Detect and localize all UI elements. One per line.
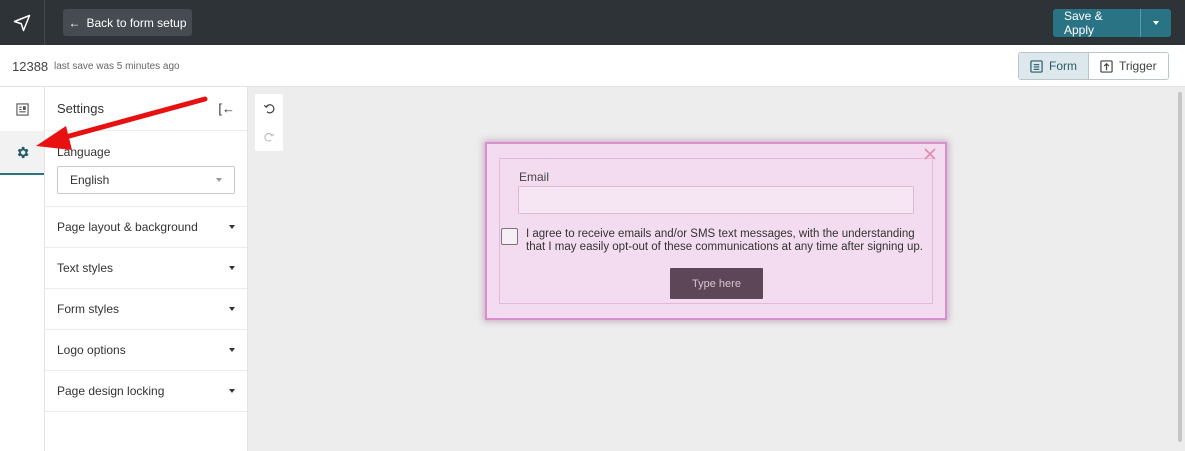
chevron-down-icon bbox=[229, 307, 235, 311]
trigger-icon bbox=[1100, 59, 1113, 73]
app-logo[interactable] bbox=[0, 0, 45, 45]
rail-item-layout[interactable] bbox=[0, 87, 44, 131]
chevron-down-icon bbox=[1153, 21, 1159, 25]
chevron-down-icon bbox=[229, 225, 235, 229]
email-field[interactable] bbox=[518, 186, 914, 214]
close-icon[interactable] bbox=[923, 147, 937, 161]
layout-icon bbox=[15, 102, 29, 116]
tab-form-label: Form bbox=[1049, 59, 1077, 73]
section-label: Logo options bbox=[57, 343, 126, 357]
settings-title: Settings bbox=[57, 101, 104, 116]
tab-trigger[interactable]: Trigger bbox=[1089, 53, 1168, 79]
arrow-left-icon: ← bbox=[68, 15, 81, 30]
chevron-down-icon bbox=[216, 178, 222, 182]
top-bar: ← Back to form setup Save & Apply bbox=[0, 0, 1185, 45]
email-label: Email bbox=[519, 170, 550, 184]
section-text-styles[interactable]: Text styles bbox=[45, 248, 247, 289]
collapse-panel-icon[interactable]: [← bbox=[218, 101, 235, 116]
section-page-design-locking[interactable]: Page design locking bbox=[45, 371, 247, 412]
form-id: 12388 bbox=[12, 59, 49, 74]
send-icon bbox=[13, 14, 31, 31]
save-apply-group: Save & Apply bbox=[1053, 9, 1171, 37]
form-preview-popup: Email I agree to receive emails and/or S… bbox=[485, 142, 947, 320]
language-select[interactable]: English bbox=[57, 166, 235, 194]
form-icon bbox=[1030, 59, 1043, 73]
section-label: Form styles bbox=[57, 302, 120, 316]
section-logo-options[interactable]: Logo options bbox=[45, 330, 247, 371]
settings-header: Settings [← bbox=[45, 87, 247, 131]
save-options-dropdown[interactable] bbox=[1140, 9, 1171, 37]
language-label: Language bbox=[57, 145, 111, 159]
language-section: Language English bbox=[45, 131, 247, 207]
sub-bar: 12388 last save was 5 minutes ago Form T… bbox=[0, 45, 1185, 87]
undo-icon[interactable] bbox=[263, 102, 276, 115]
section-label: Text styles bbox=[57, 261, 114, 275]
canvas-scrollbar[interactable] bbox=[1178, 92, 1182, 442]
submit-button[interactable]: Type here bbox=[670, 268, 763, 299]
view-toggle: Form Trigger bbox=[1018, 52, 1169, 80]
undo-redo-toolbar bbox=[255, 94, 283, 151]
tab-form[interactable]: Form bbox=[1019, 53, 1089, 79]
section-label: Page layout & background bbox=[57, 220, 198, 234]
language-value: English bbox=[70, 173, 110, 187]
gear-icon bbox=[17, 146, 28, 158]
chevron-down-icon bbox=[229, 348, 235, 352]
tab-trigger-label: Trigger bbox=[1119, 59, 1157, 73]
consent-text: I agree to receive emails and/or SMS tex… bbox=[526, 228, 923, 253]
chevron-down-icon bbox=[229, 266, 235, 270]
last-save-status: last save was 5 minutes ago bbox=[54, 61, 180, 72]
save-apply-button[interactable]: Save & Apply bbox=[1053, 9, 1140, 37]
section-page-layout[interactable]: Page layout & background bbox=[45, 207, 247, 248]
left-icon-rail bbox=[0, 87, 45, 451]
settings-panel: Settings [← Language English Page layout… bbox=[45, 87, 248, 451]
rail-item-settings[interactable] bbox=[0, 131, 44, 175]
redo-icon[interactable] bbox=[263, 131, 275, 143]
chevron-down-icon bbox=[229, 389, 235, 393]
consent-checkbox[interactable] bbox=[501, 228, 518, 245]
back-button-label: Back to form setup bbox=[86, 15, 187, 30]
section-label: Page design locking bbox=[57, 384, 165, 398]
section-form-styles[interactable]: Form styles bbox=[45, 289, 247, 330]
back-to-form-setup-button[interactable]: ← Back to form setup bbox=[63, 9, 192, 36]
